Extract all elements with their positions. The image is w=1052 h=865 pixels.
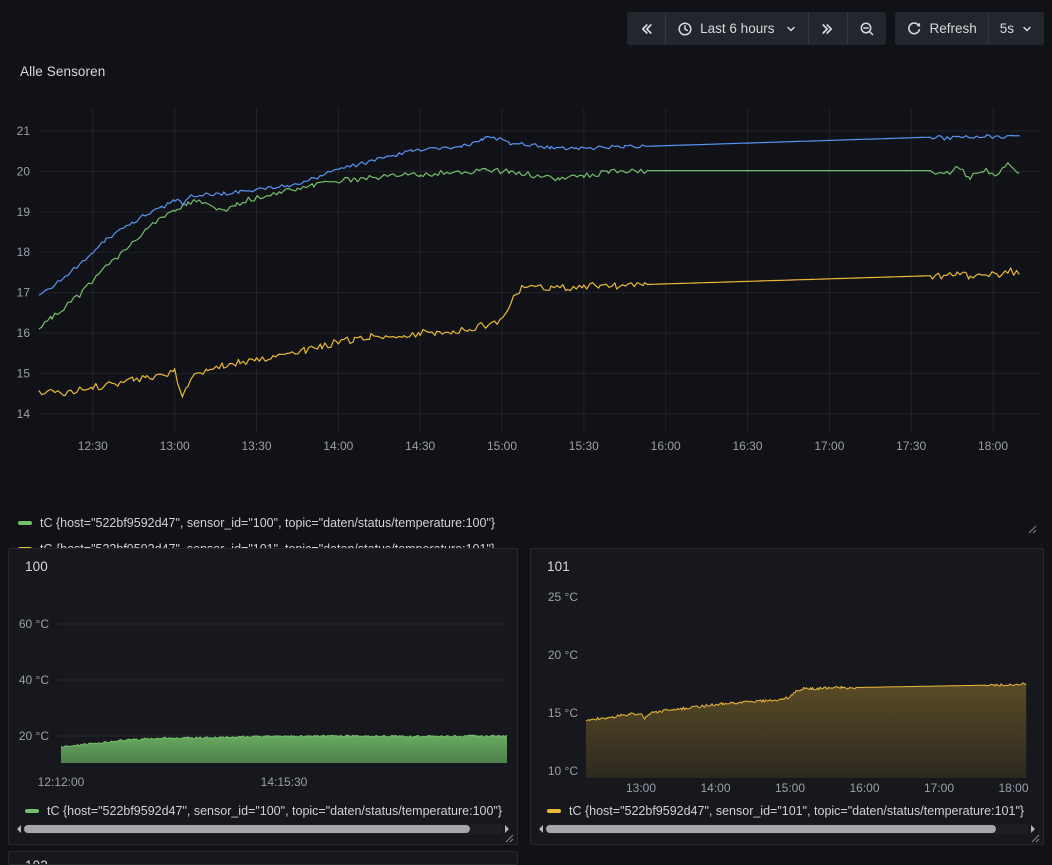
panel-title[interactable]: Alle Sensoren [20,64,105,79]
svg-text:15:30: 15:30 [569,439,599,453]
legend-item-sensor-100[interactable]: tC {host="522bf9592d47", sensor_id="100"… [25,801,513,821]
time-shift-forward-button[interactable] [809,12,848,45]
svg-text:17:00: 17:00 [814,439,844,453]
time-series-chart-all-sensors[interactable]: 14 15 16 17 18 19 20 21 12:30 13:00 13:30 14:00 14:3… [0,100,1052,458]
series-swatch [25,809,39,813]
refresh-interval-dropdown[interactable]: 5s [989,12,1044,45]
refresh-button[interactable]: Refresh [895,12,988,45]
svg-text:16: 16 [17,326,31,340]
chart-legend: tC {host="522bf9592d47", sensor_id="101"… [547,801,1039,821]
legend-item-sensor-101[interactable]: tC {host="522bf9592d47", sensor_id="101"… [547,801,1039,821]
svg-text:15: 15 [17,366,31,380]
area-chart-sensor-100[interactable]: 20 °C 40 °C 60 °C 12:12:00 14:15:30 [9,589,517,801]
svg-text:13:30: 13:30 [241,439,271,453]
legend-label: tC {host="522bf9592d47", sensor_id="100"… [40,516,495,530]
svg-text:12:30: 12:30 [78,439,108,453]
svg-text:16:30: 16:30 [732,439,762,453]
panel-resize-handle[interactable] [1029,831,1041,849]
panel-resize-handle[interactable] [1026,522,1038,540]
zoom-out-button[interactable] [848,12,886,45]
chevron-down-icon [785,23,797,35]
svg-text:21: 21 [17,124,31,138]
series-swatch [18,521,32,525]
time-range-picker-button[interactable]: Last 6 hours [666,12,809,45]
svg-text:10 °C: 10 °C [548,764,578,778]
magnifier-minus-icon [859,21,875,37]
panel-sensor-101: 101 10 °C15 °C20 °C25 °C13:0014:0015:001… [530,548,1044,845]
chart-legend: tC {host="522bf9592d47", sensor_id="100"… [25,801,513,821]
refresh-group: Refresh 5s [895,12,1044,45]
panel-alle-sensoren: Alle Sensoren 14 15 16 17 18 19 20 21 12:30 13:00… [0,52,1052,540]
svg-text:17:00: 17:00 [924,781,954,795]
svg-text:17:30: 17:30 [896,439,926,453]
svg-text:13:00: 13:00 [160,439,190,453]
clock-icon [677,21,693,37]
scrollbar-thumb[interactable] [546,825,996,833]
svg-text:17: 17 [17,286,31,300]
panel-title[interactable]: 100 [25,559,48,574]
svg-text:14: 14 [17,407,31,421]
svg-text:40 °C: 40 °C [19,673,49,687]
svg-text:16:00: 16:00 [651,439,681,453]
svg-text:18:00: 18:00 [978,439,1008,453]
panel-resize-handle[interactable] [503,831,515,849]
svg-text:16:00: 16:00 [849,781,879,795]
scrollbar-thumb[interactable] [24,825,470,833]
panel-sensor-100: 100 20 °C 40 °C 60 °C 12:12:00 14:15:30 tC {… [8,548,518,845]
svg-text:20: 20 [17,164,31,178]
svg-text:18:00: 18:00 [998,781,1028,795]
svg-text:14:00: 14:00 [323,439,353,453]
svg-text:13:00: 13:00 [626,781,656,795]
refresh-icon [906,21,922,37]
chevrons-right-icon [820,21,836,37]
svg-text:19: 19 [17,205,31,219]
svg-text:14:30: 14:30 [405,439,435,453]
svg-text:20 °C: 20 °C [548,648,578,662]
refresh-label: Refresh [929,21,976,36]
scrollbar-track[interactable] [23,824,503,834]
area-chart-sensor-101[interactable]: 10 °C 15 °C 20 °C 25 °C 13:00 14:00 15:00 16:00… [531,589,1043,801]
scrollbar-track[interactable] [545,824,1029,834]
scroll-left-arrow[interactable] [13,825,21,833]
horizontal-scrollbar [535,822,1039,835]
panel-sensor-102-partial: 102 [8,851,518,865]
horizontal-scrollbar [13,822,513,835]
svg-text:14:15:30: 14:15:30 [261,775,308,789]
scroll-left-arrow[interactable] [535,825,543,833]
panel-title[interactable]: 101 [547,559,570,574]
svg-text:20 °C: 20 °C [19,729,49,743]
refresh-interval-label: 5s [1000,21,1014,36]
svg-text:14:00: 14:00 [700,781,730,795]
time-controls-toolbar: Last 6 hours Refresh 5s [627,12,1044,45]
panel-title[interactable]: 102 [25,858,48,865]
svg-text:15:00: 15:00 [775,781,805,795]
legend-label: tC {host="522bf9592d47", sensor_id="100"… [47,804,502,818]
time-range-group: Last 6 hours [627,12,886,45]
legend-item-sensor-100[interactable]: tC {host="522bf9592d47", sensor_id="100"… [18,510,495,536]
svg-text:15:00: 15:00 [487,439,517,453]
svg-text:12:12:00: 12:12:00 [38,775,85,789]
svg-text:18: 18 [17,245,31,259]
svg-text:25 °C: 25 °C [548,590,578,604]
series-swatch [547,809,561,813]
legend-label: tC {host="522bf9592d47", sensor_id="101"… [569,804,1024,818]
time-range-label: Last 6 hours [700,21,774,36]
svg-text:60 °C: 60 °C [19,617,49,631]
time-shift-back-button[interactable] [627,12,666,45]
svg-text:15 °C: 15 °C [548,706,578,720]
chevrons-left-icon [638,21,654,37]
chevron-down-icon [1021,23,1033,35]
